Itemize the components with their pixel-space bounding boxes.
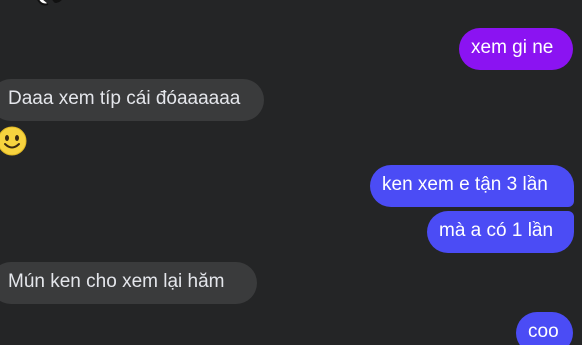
message-outgoing[interactable]: mà a có 1 lần (427, 211, 574, 253)
chat-thread: xem gi ne Daaa xem típ cái đóaaaaaa ken … (0, 0, 582, 345)
message-outgoing[interactable]: ken xem e tận 3 lần (370, 165, 574, 207)
message-incoming[interactable]: Mún ken cho xem lại hăm (0, 262, 257, 304)
smiling-face-emoji[interactable] (0, 125, 28, 157)
message-incoming[interactable]: Daaa xem típ cái đóaaaaaa (0, 79, 264, 121)
sticker-image[interactable] (26, 0, 70, 18)
message-outgoing[interactable]: coo (516, 312, 573, 345)
message-outgoing[interactable]: xem gi ne (459, 28, 573, 70)
